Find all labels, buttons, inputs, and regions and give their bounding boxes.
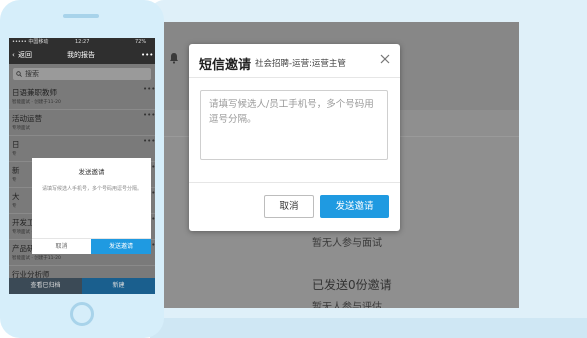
monitor-base [150, 318, 587, 338]
stage: 暂无人参与面试 已发送0份邀请 暂无人参与评估 短信邀请 社会招聘-运营:运营主… [0, 0, 587, 338]
dialog-cancel-button[interactable]: 取消 [32, 239, 91, 254]
battery: 72% [135, 39, 147, 45]
modal-title: 短信邀请 [199, 58, 252, 73]
search-icon [16, 71, 22, 77]
list-item-title: 大 [12, 192, 20, 201]
list-item-title: 活动运营 [12, 114, 42, 123]
cancel-button[interactable]: 取消 [264, 195, 314, 218]
send-invite-button[interactable]: 发送邀请 [320, 195, 389, 218]
nav-bar: ‹ 返回 我的报告 ••• [9, 46, 155, 64]
more-icon[interactable]: ••• [143, 111, 155, 119]
list-item-meta: 专 [12, 178, 17, 183]
list-item[interactable]: 日语兼职教师 智能面试 · 创建于11-20 ••• [9, 84, 155, 110]
phone-numbers-textarea[interactable]: 请填写候选人/员工手机号，多个号码用逗号分隔。 [200, 90, 388, 160]
sent-invites-heading: 已发送0份邀请 [312, 278, 392, 292]
archived-button[interactable]: 查看已归档 [9, 278, 82, 294]
search-input[interactable]: 搜索 [13, 68, 151, 80]
back-chevron-icon[interactable]: ‹ [12, 46, 15, 64]
carrier: ••••• 中国移动 [12, 39, 49, 45]
modal-header: 短信邀请 社会招聘-运营:运营主管 [189, 44, 400, 78]
more-icon[interactable]: ••• [143, 85, 155, 93]
new-button[interactable]: 新建 [82, 278, 155, 294]
modal-divider [189, 182, 400, 183]
home-button [70, 302, 94, 326]
list-item-title: 新 [12, 166, 20, 175]
dialog-placeholder[interactable]: 请填写候选人手机号，多个号码用逗号分隔。 [42, 185, 142, 193]
bell-icon [170, 53, 178, 64]
status-time: 12:27 [75, 39, 90, 45]
list-item-meta: 智能面试 · 创建于11-20 [12, 100, 61, 105]
list-item-title: 日语兼职教师 [12, 88, 57, 97]
list-item[interactable]: 活动运营 专项面试 ••• [9, 110, 155, 136]
bottom-bar: 查看已归档 新建 [9, 278, 155, 294]
phone-speaker [63, 14, 99, 18]
search-placeholder: 搜索 [25, 70, 39, 78]
dialog-send-button[interactable]: 发送邀请 [91, 239, 151, 254]
dialog-title: 发送邀请 [78, 168, 105, 176]
list-item-meta: 专 [12, 152, 17, 157]
status-bar: ••••• 中国移动 12:27 72% [9, 38, 155, 46]
list-item-meta: 专 [12, 204, 17, 209]
sms-invite-modal: 短信邀请 社会招聘-运营:运营主管 请填写候选人/员工手机号，多个号码用逗号分隔… [189, 44, 400, 231]
list-item-title: 日 [12, 140, 20, 149]
list-item-meta: 智能面试 · 创建于11-20 [12, 256, 61, 261]
list-item-meta: 专项面试 [12, 126, 30, 131]
no-interview-text: 暂无人参与面试 [312, 238, 382, 249]
no-eval-text: 暂无人参与评估 [312, 302, 382, 308]
more-icon[interactable]: ••• [143, 137, 155, 145]
nav-title: 我的报告 [67, 51, 95, 59]
phone-screen: ••••• 中国移动 12:27 72% ‹ 返回 我的报告 ••• 搜索 日语… [9, 38, 155, 294]
close-icon[interactable] [379, 53, 391, 65]
back-label[interactable]: 返回 [18, 46, 32, 64]
phone-frame: ••••• 中国移动 12:27 72% ‹ 返回 我的报告 ••• 搜索 日语… [0, 0, 164, 338]
more-icon[interactable]: ••• [141, 46, 153, 64]
modal-subtitle: 社会招聘-运营:运营主管 [255, 59, 346, 69]
phone-invite-dialog: 发送邀请 请填写候选人手机号，多个号码用逗号分隔。 取消 发送邀请 [32, 158, 151, 254]
